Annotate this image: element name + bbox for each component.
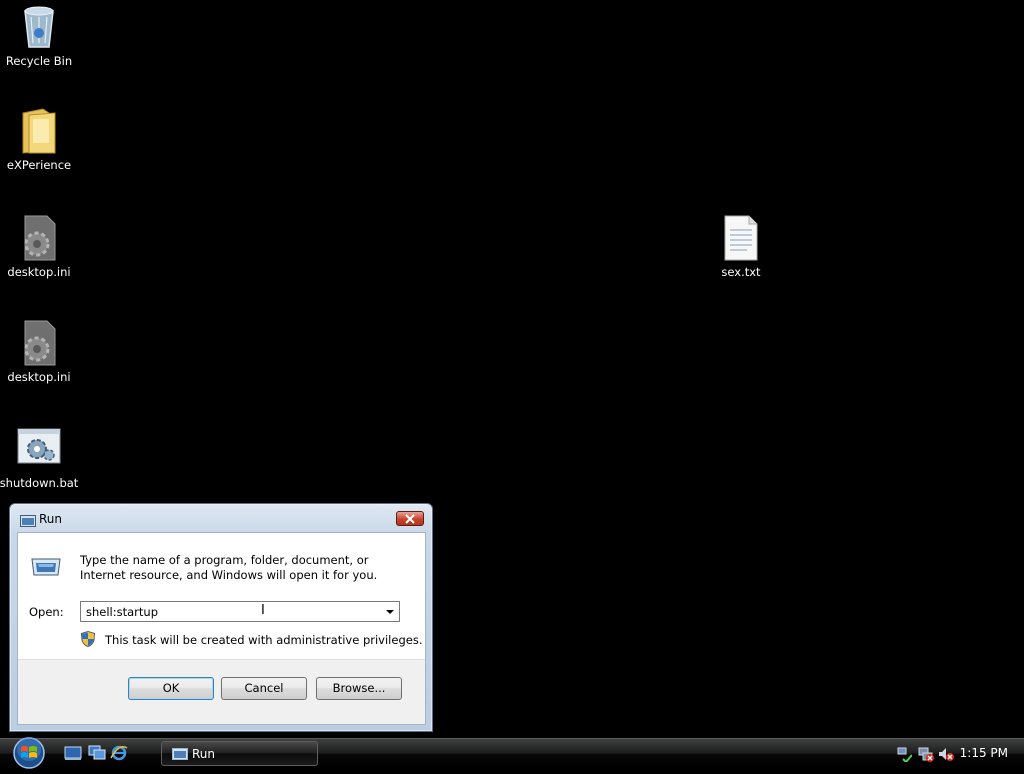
- text-file-icon: [717, 214, 765, 262]
- desktop-icon-shutdown-bat[interactable]: shutdown.bat: [0, 425, 79, 490]
- taskbar-button-label: Run: [192, 747, 216, 761]
- taskbar-button-run[interactable]: Run: [161, 741, 318, 766]
- text-cursor-icon: I: [261, 603, 265, 618]
- dropdown-arrow-icon[interactable]: [382, 603, 398, 620]
- run-description: Type the name of a program, folder, docu…: [80, 553, 378, 582]
- run-dialog-title: Run: [39, 512, 63, 526]
- desktop-icon-label: sex.txt: [721, 265, 761, 279]
- clock[interactable]: 1:15 PM: [960, 746, 1008, 760]
- volume-muted-icon[interactable]: [938, 746, 954, 766]
- desktop-icon-label: desktop.ini: [7, 265, 71, 279]
- run-icon: [172, 748, 188, 763]
- run-program-icon: [30, 555, 62, 579]
- cancel-button[interactable]: Cancel: [221, 677, 307, 700]
- run-dialog: Run Type the name of a program, folder, …: [9, 503, 433, 732]
- open-input[interactable]: [81, 602, 381, 621]
- ok-button[interactable]: OK: [128, 677, 214, 700]
- taskbar: Run 1:15 PM: [0, 736, 1024, 770]
- security-center-icon[interactable]: [896, 746, 913, 766]
- run-icon: [20, 512, 36, 527]
- desktop-icon-sex-txt[interactable]: sex.txt: [701, 214, 781, 279]
- desktop-icon-recycle-bin[interactable]: Recycle Bin: [0, 3, 79, 68]
- close-icon: [405, 514, 415, 524]
- windows-logo-icon: [13, 737, 45, 769]
- run-dialog-button-bar: OK Cancel Browse...: [18, 659, 425, 724]
- desktop-icon-label: eXPerience: [6, 158, 72, 172]
- browse-button[interactable]: Browse...: [316, 677, 402, 700]
- desktop-icon-label: desktop.ini: [7, 370, 71, 384]
- recycle-bin-icon: [15, 3, 63, 51]
- run-dialog-body: Type the name of a program, folder, docu…: [17, 532, 426, 725]
- close-button[interactable]: [396, 511, 424, 526]
- system-tray: 1:15 PM: [884, 739, 1024, 769]
- start-button[interactable]: [8, 736, 50, 770]
- run-dialog-titlebar[interactable]: Run: [10, 504, 432, 531]
- settings-file-icon: [15, 319, 63, 367]
- switch-windows-icon[interactable]: [88, 745, 106, 761]
- desktop-icon-desktop-ini-2[interactable]: desktop.ini: [0, 319, 79, 384]
- admin-privileges-notice: This task will be created with administr…: [105, 633, 423, 647]
- open-label: Open:: [29, 605, 64, 619]
- settings-file-icon: [15, 214, 63, 262]
- uac-shield-icon: [80, 630, 96, 648]
- open-combobox[interactable]: I: [80, 601, 400, 622]
- folder-icon: [15, 107, 63, 155]
- show-desktop-icon[interactable]: [64, 745, 82, 761]
- internet-explorer-icon[interactable]: [110, 745, 128, 761]
- desktop-icon-experience-folder[interactable]: eXPerience: [0, 107, 79, 172]
- desktop-icon-label: shutdown.bat: [0, 476, 79, 490]
- network-disconnected-icon[interactable]: [918, 746, 934, 766]
- desktop-icon-desktop-ini-1[interactable]: desktop.ini: [0, 214, 79, 279]
- batch-file-icon: [15, 425, 63, 473]
- desktop-icon-label: Recycle Bin: [5, 54, 73, 68]
